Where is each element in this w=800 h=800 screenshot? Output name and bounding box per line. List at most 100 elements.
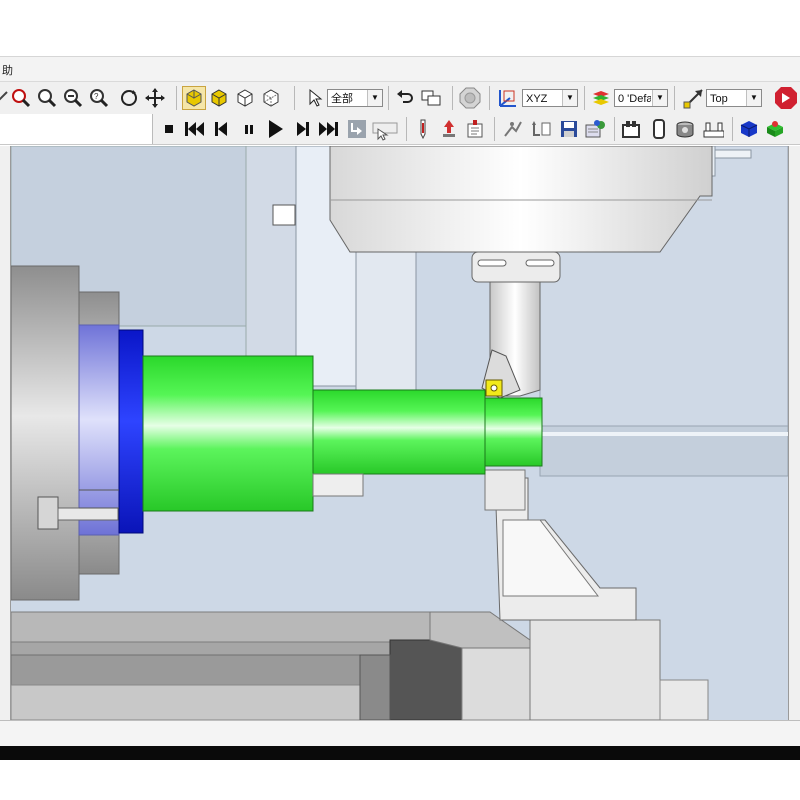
stock-block-icon[interactable]: [648, 118, 670, 140]
select-pointer-icon[interactable]: [304, 87, 326, 109]
tool-list-icon[interactable]: [464, 118, 486, 140]
toolbar-separator: [494, 117, 495, 141]
zoom-out-icon[interactable]: [62, 87, 84, 109]
chevron-down-icon: ▼: [367, 90, 382, 106]
stop-icon[interactable]: [158, 118, 180, 140]
disabled-window-icon[interactable]: [372, 117, 400, 141]
status-area: [0, 720, 800, 747]
chuck-jaw: [37, 496, 59, 530]
bed-front: [11, 684, 362, 720]
machine-scene: [11, 146, 788, 720]
toolbar-separator: [388, 86, 389, 110]
bed-dark-block: [389, 639, 466, 720]
toolbar-separator: [489, 86, 490, 110]
shaded-edges-icon[interactable]: [208, 87, 230, 109]
rotate-view-icon[interactable]: [118, 87, 140, 109]
zoom-window-icon[interactable]: [10, 87, 32, 109]
hidden-lines-icon[interactable]: [260, 87, 282, 109]
toolbar-separator: [732, 117, 733, 141]
shaded-view-icon[interactable]: [182, 86, 206, 110]
pause-icon[interactable]: [238, 118, 260, 140]
view-dropdown[interactable]: Top ▼: [706, 89, 762, 107]
save-disk-icon[interactable]: [558, 118, 580, 140]
return-step-icon[interactable]: [346, 118, 368, 140]
view-direction-icon[interactable]: [682, 86, 706, 110]
fast-forward-end-icon[interactable]: [318, 118, 340, 140]
toolbar-separator: [584, 86, 585, 110]
carriage-front: [529, 619, 661, 720]
toolbar-blank-area: [0, 114, 153, 144]
menu-bar: 助: [0, 56, 800, 81]
chevron-down-icon: ▼: [652, 90, 667, 106]
step-back-icon[interactable]: [210, 118, 232, 140]
selection-filter-dropdown[interactable]: 全部 ▼: [327, 89, 383, 107]
screen-border: [0, 746, 800, 760]
view-value: Top: [710, 93, 728, 105]
plane-value: XYZ: [526, 93, 548, 105]
stock-settings-icon[interactable]: [584, 118, 606, 140]
fixture-icon[interactable]: [620, 118, 642, 140]
chuck-face: [78, 324, 120, 536]
play-icon[interactable]: [264, 118, 286, 140]
rail-highlight: [540, 432, 788, 436]
enclosure-bracket: [272, 204, 296, 226]
bed-top: [11, 611, 432, 643]
svg-text:?: ?: [94, 92, 99, 101]
stop-octagon-icon[interactable]: [458, 86, 482, 110]
toolbar-separator: [614, 117, 615, 141]
chevron-down-icon: ▼: [562, 90, 577, 106]
workpiece-mid-diameter: [312, 389, 486, 475]
machine-motion-icon[interactable]: [502, 118, 524, 140]
plane-dropdown[interactable]: XYZ ▼: [522, 89, 578, 107]
chuck-jaw-slide: [57, 507, 119, 521]
coordinate-system-icon[interactable]: [496, 86, 520, 110]
bed-step: [11, 654, 362, 686]
chuck-body: [11, 265, 80, 601]
toolbar-separator: [674, 86, 675, 110]
workpiece-end: [484, 397, 543, 467]
toolbar-separator: [294, 86, 295, 110]
insert-screw: [490, 384, 498, 392]
copy-windows-icon[interactable]: [420, 87, 442, 109]
left-panel-edge: [0, 146, 11, 720]
blue-solid-icon[interactable]: [738, 118, 760, 140]
wireframe-icon[interactable]: [234, 87, 256, 109]
main-toolbar: ? 全部 ▼ XYZ ▼ 0 'Defa ▼ Top ▼: [0, 81, 800, 115]
tool-holder-icon[interactable]: [412, 118, 434, 140]
carriage-block: [461, 647, 533, 720]
pan-view-icon[interactable]: [144, 87, 166, 109]
zoom-in-icon[interactable]: [36, 87, 58, 109]
red-tool-icon[interactable]: [438, 118, 460, 140]
bed-shadow: [359, 654, 391, 720]
screen-bottom: [0, 760, 800, 800]
step-forward-icon[interactable]: [292, 118, 314, 140]
lower-turret-neck: [484, 469, 526, 511]
zoom-fit-icon[interactable]: ?: [88, 87, 110, 109]
vise-icon[interactable]: [702, 118, 724, 140]
undo-icon[interactable]: [394, 87, 416, 109]
layer-dropdown[interactable]: 0 'Defau ▼: [614, 89, 668, 107]
green-solid-icon[interactable]: [764, 118, 786, 140]
simulation-viewport[interactable]: [11, 146, 788, 720]
layer-value: 0 'Defau: [618, 93, 651, 105]
window-top-area: [0, 0, 800, 56]
rewind-start-icon[interactable]: [184, 118, 206, 140]
enclosure-frame: [355, 249, 417, 391]
selection-filter-value: 全部: [331, 93, 353, 105]
head-mount-lip: [714, 149, 752, 159]
cylinder-stock-icon[interactable]: [674, 118, 696, 140]
spindle-head: [329, 146, 713, 253]
tool-holder-flange: [471, 251, 561, 283]
layers-icon[interactable]: [590, 87, 612, 109]
toolbar-separator: [452, 86, 453, 110]
workpiece-large-diameter: [142, 355, 314, 512]
carriage-side: [659, 679, 709, 720]
menu-help[interactable]: 助: [2, 62, 13, 78]
chevron-down-icon: ▼: [746, 90, 761, 106]
flange-slot: [477, 259, 507, 267]
toolbar-separator: [406, 117, 407, 141]
right-panel-edge: [788, 146, 800, 720]
support-block: [312, 473, 364, 497]
exit-red-icon[interactable]: [774, 86, 798, 110]
transfer-icon[interactable]: [530, 118, 552, 140]
